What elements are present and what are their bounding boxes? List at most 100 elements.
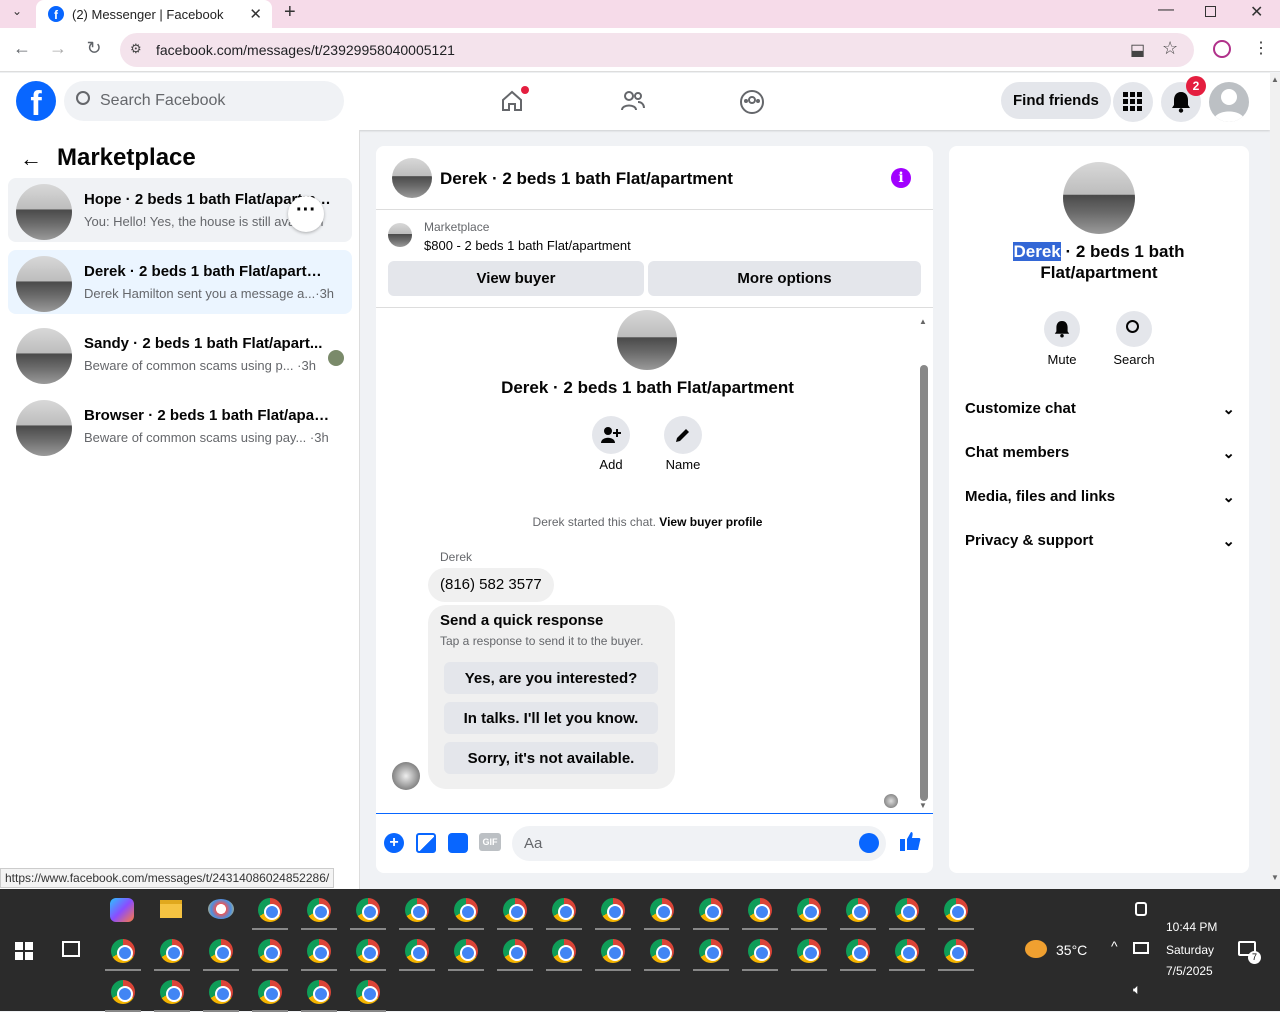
chrome-taskbar-icon[interactable]: [356, 898, 380, 922]
message-bubble[interactable]: (816) 582 3577: [428, 568, 554, 602]
chrome-taskbar-icon[interactable]: [454, 898, 478, 922]
paint-icon[interactable]: [208, 899, 234, 919]
chrome-taskbar-icon[interactable]: [160, 980, 184, 1004]
tray-chevron-icon[interactable]: ^: [1111, 938, 1118, 954]
privacy-support-section[interactable]: Privacy & support ⌄: [965, 532, 1235, 550]
chrome-taskbar-icon[interactable]: [160, 939, 184, 963]
view-buyer-button[interactable]: View buyer: [388, 261, 644, 296]
gif-icon[interactable]: GIF: [479, 833, 501, 851]
more-options-icon[interactable]: ···: [288, 196, 324, 232]
chrome-taskbar-icon[interactable]: [699, 898, 723, 922]
chrome-taskbar-icon[interactable]: [307, 980, 331, 1004]
info-icon[interactable]: i: [891, 168, 911, 188]
browser-tab[interactable]: f (2) Messenger | Facebook ✕: [36, 0, 272, 28]
chrome-taskbar-icon[interactable]: [111, 939, 135, 963]
conversation-item[interactable]: Hope · 2 beds 1 bath Flat/apartment You:…: [8, 178, 352, 242]
menu-dots-icon[interactable]: ⋮: [1253, 38, 1269, 58]
chrome-taskbar-icon[interactable]: [405, 939, 429, 963]
plus-icon[interactable]: +: [384, 833, 404, 853]
chrome-taskbar-icon[interactable]: [650, 939, 674, 963]
scroll-thumb[interactable]: [920, 365, 928, 801]
reload-icon[interactable]: ↻: [82, 38, 106, 59]
search-input[interactable]: Search Facebook: [64, 81, 344, 121]
view-buyer-profile-link[interactable]: View buyer profile: [659, 515, 762, 529]
chrome-taskbar-icon[interactable]: [895, 939, 919, 963]
chrome-taskbar-icon[interactable]: [258, 898, 282, 922]
chrome-taskbar-icon[interactable]: [797, 898, 821, 922]
forward-icon[interactable]: →: [46, 38, 70, 59]
chrome-taskbar-icon[interactable]: [699, 939, 723, 963]
clock-date[interactable]: 7/5/2025: [1166, 964, 1213, 978]
scroll-up-icon[interactable]: ▲: [919, 317, 927, 326]
thumbs-up-icon[interactable]: [899, 830, 921, 857]
listing-title[interactable]: $800 - 2 beds 1 bath Flat/apartment: [424, 238, 631, 253]
new-tab-icon[interactable]: +: [284, 1, 296, 24]
chrome-taskbar-icon[interactable]: [209, 980, 233, 1004]
add-people-button[interactable]: [592, 416, 630, 454]
network-icon[interactable]: [1133, 942, 1149, 954]
message-input[interactable]: Aa: [512, 826, 886, 861]
groups-icon[interactable]: [739, 89, 765, 120]
task-view-icon[interactable]: [62, 941, 80, 957]
photo-icon[interactable]: [416, 833, 436, 853]
friends-icon[interactable]: [620, 89, 646, 118]
close-tab-icon[interactable]: ✕: [249, 5, 262, 23]
chrome-taskbar-icon[interactable]: [846, 898, 870, 922]
chrome-taskbar-icon[interactable]: [601, 939, 625, 963]
file-explorer-icon[interactable]: [160, 900, 182, 918]
url-field[interactable]: ⚙ facebook.com/messages/t/23929958040005…: [120, 33, 1194, 67]
profile-icon[interactable]: [1213, 40, 1231, 58]
chrome-taskbar-icon[interactable]: [944, 939, 968, 963]
find-friends-button[interactable]: Find friends: [1001, 82, 1111, 119]
more-options-button[interactable]: More options: [648, 261, 921, 296]
name-button[interactable]: [664, 416, 702, 454]
back-icon[interactable]: ←: [10, 38, 34, 59]
scroll-down-icon[interactable]: ▼: [919, 801, 927, 810]
chrome-taskbar-icon[interactable]: [552, 939, 576, 963]
back-arrow-icon[interactable]: ←: [20, 146, 42, 172]
chrome-taskbar-icon[interactable]: [895, 898, 919, 922]
quick-response-button[interactable]: In talks. I'll let you know.: [444, 702, 658, 734]
menu-grid-button[interactable]: [1113, 82, 1153, 122]
chrome-taskbar-icon[interactable]: [356, 980, 380, 1004]
chrome-taskbar-icon[interactable]: [307, 939, 331, 963]
quick-response-button[interactable]: Yes, are you interested?: [444, 662, 658, 694]
chrome-taskbar-icon[interactable]: [258, 980, 282, 1004]
tab-list-chevron-icon[interactable]: ⌄: [12, 4, 22, 18]
chrome-taskbar-icon[interactable]: [209, 939, 233, 963]
temperature[interactable]: 35°C: [1056, 942, 1087, 958]
search-button[interactable]: [1116, 311, 1152, 347]
customize-chat-section[interactable]: Customize chat ⌄: [965, 400, 1235, 418]
emoji-icon[interactable]: [859, 833, 879, 853]
chrome-taskbar-icon[interactable]: [503, 939, 527, 963]
conversation-item[interactable]: Browser · 2 beds 1 bath Flat/apart... Be…: [8, 394, 352, 458]
chrome-taskbar-icon[interactable]: [748, 898, 772, 922]
sticker-icon[interactable]: [448, 833, 468, 853]
chrome-taskbar-icon[interactable]: [258, 939, 282, 963]
install-app-icon[interactable]: ⬓: [1130, 40, 1145, 60]
account-avatar[interactable]: [1209, 82, 1249, 122]
conversation-item[interactable]: Derek · 2 beds 1 bath Flat/apartme... De…: [8, 250, 352, 314]
chrome-taskbar-icon[interactable]: [552, 898, 576, 922]
meet-now-icon[interactable]: [1135, 902, 1147, 916]
chrome-taskbar-icon[interactable]: [503, 898, 527, 922]
home-icon[interactable]: [500, 86, 529, 111]
page-scrollbar[interactable]: ▲ ▼: [1270, 73, 1280, 889]
quick-response-button[interactable]: Sorry, it's not available.: [444, 742, 658, 774]
scroll-up-icon[interactable]: ▲: [1271, 75, 1279, 84]
chat-members-section[interactable]: Chat members ⌄: [965, 444, 1235, 462]
chrome-taskbar-icon[interactable]: [601, 898, 625, 922]
windows-start-icon[interactable]: [15, 942, 33, 965]
media-files-section[interactable]: Media, files and links ⌄: [965, 488, 1235, 506]
chrome-taskbar-icon[interactable]: [748, 939, 772, 963]
conversation-item[interactable]: Sandy · 2 beds 1 bath Flat/apart... Bewa…: [8, 322, 352, 386]
bookmark-star-icon[interactable]: ☆: [1162, 38, 1178, 59]
close-window-icon[interactable]: ✕: [1250, 2, 1263, 22]
volume-icon[interactable]: 🔈︎: [1133, 981, 1141, 998]
chrome-taskbar-icon[interactable]: [650, 898, 674, 922]
chrome-taskbar-icon[interactable]: [797, 939, 821, 963]
chrome-taskbar-icon[interactable]: [846, 939, 870, 963]
scrollbar[interactable]: ▲ ▼: [919, 317, 929, 810]
mute-button[interactable]: [1044, 311, 1080, 347]
chat-title[interactable]: Derek · 2 beds 1 bath Flat/apartment: [440, 169, 733, 189]
